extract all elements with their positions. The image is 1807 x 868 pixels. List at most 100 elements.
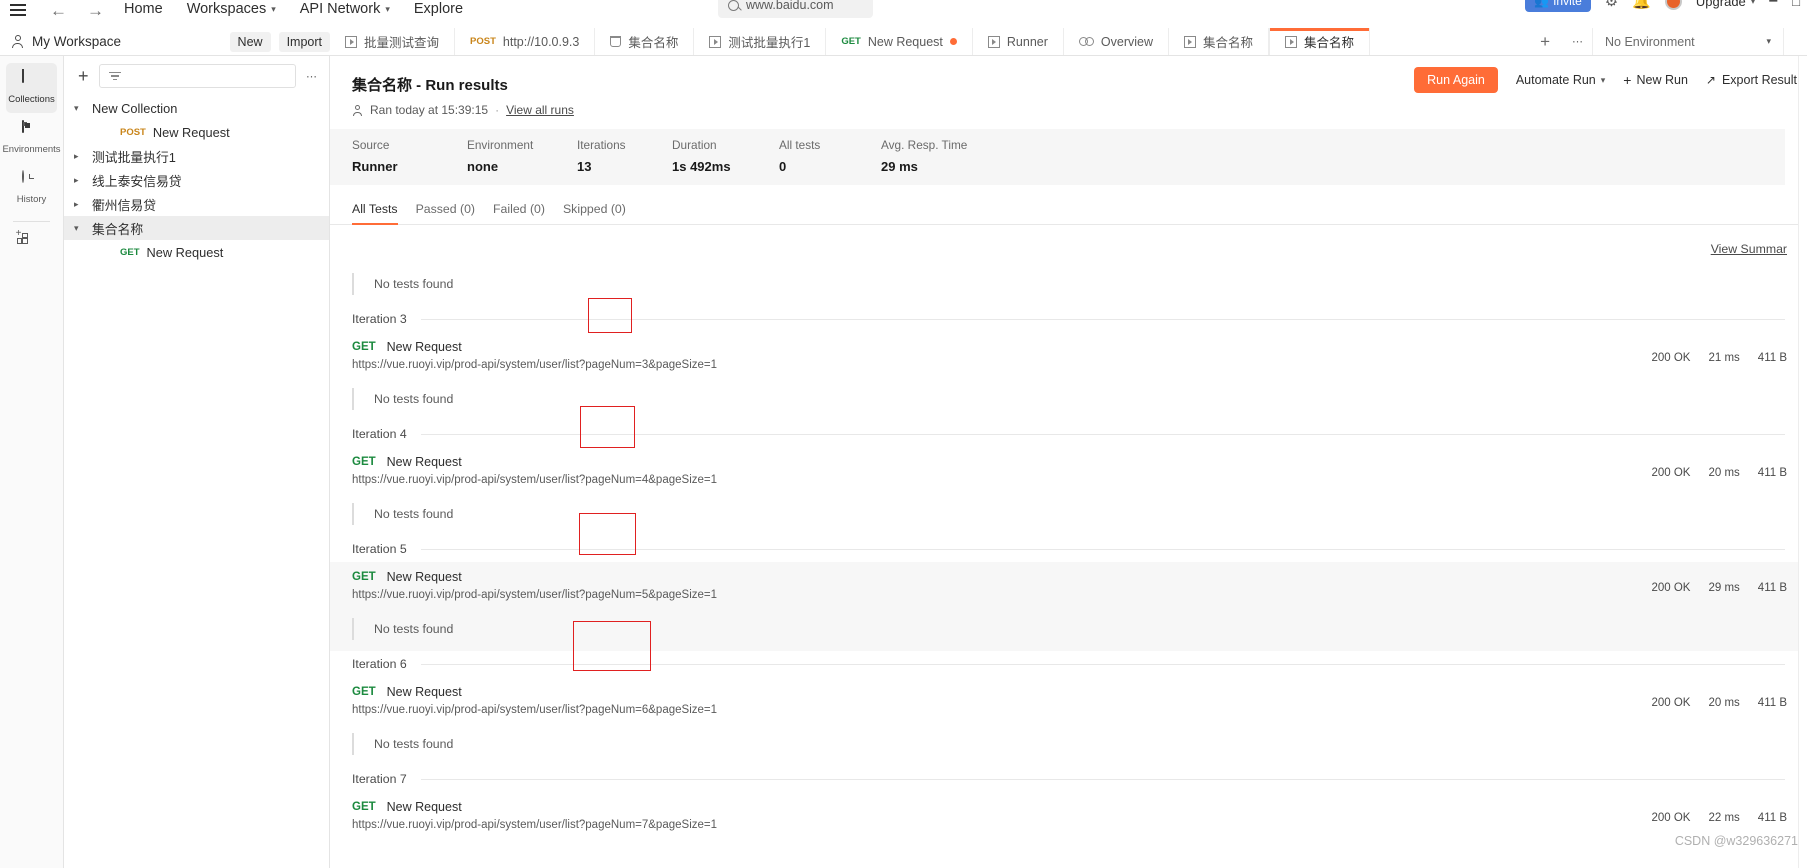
export-results-button[interactable]: ↗ Export Result [1706,73,1797,87]
search-icon [728,0,739,11]
plus-icon: + [1623,72,1632,88]
stat-value: 1s 492ms [672,159,731,174]
import-button[interactable]: Import [278,31,330,52]
request-result-block[interactable]: GET New Request https://vue.ruoyi.vip/prod… [330,562,1807,607]
request-result-block[interactable]: GET New Request https://vue.ruoyi.vip/prod… [330,447,1807,492]
rail-item-environments[interactable]: Environments [0,113,63,163]
maximize-button[interactable]: □ [1792,0,1801,9]
response-status: 200 OK [1651,812,1691,824]
tab-item[interactable]: 集合名称 [1269,28,1371,55]
filter-input[interactable] [98,64,296,88]
chevron-right-icon[interactable]: ▸ [74,199,84,210]
sidebar-collection-item[interactable]: ▸ 测试批量执行1 [64,144,329,168]
rail-item-environments-label: Environments [2,144,61,155]
tab-item[interactable]: Overview [1064,28,1169,55]
annotation-highlight-box [579,513,636,555]
stat-duration: Duration 1s 492ms [672,138,779,174]
add-collection-button[interactable]: + [78,67,89,85]
request-result-block[interactable]: GET New Request https://vue.ruoyi.vip/prod… [330,792,1807,837]
sidebar-request-item[interactable]: GET New Request [64,240,329,264]
request-name: New Request [386,800,462,814]
test-tab[interactable]: Skipped (0) [563,202,626,224]
history-icon [22,170,41,190]
sidebar-request-label: New Request [152,124,230,140]
overview-icon [1078,36,1094,47]
chevron-down-icon[interactable]: ▾ [74,223,84,234]
nav-workspaces[interactable]: Workspaces ▾ [187,1,276,17]
view-summary-link[interactable]: View Summar [1711,242,1787,256]
minimize-button[interactable]: ━ [1769,0,1778,9]
request-result-block[interactable]: GET New Request https://vue.ruoyi.vip/prod… [330,332,1807,377]
nav-api-network[interactable]: API Network ▾ [300,1,390,17]
annotation-highlight-box [580,406,635,448]
environment-quick-look-button[interactable] [1783,28,1807,55]
tab-item[interactable]: 集合名称 [595,28,695,55]
global-search-input[interactable]: www.baidu.com [718,0,873,18]
sidebar-options-button[interactable]: ⋯ [306,70,318,83]
stat-label: Source [352,138,390,152]
tab-method: GET [841,36,861,47]
rail-item-history-label: History [16,194,47,205]
iteration-header: Iteration 7 [330,766,1807,792]
request-url: https://vue.ruoyi.vip/prod-api/system/us… [352,359,718,371]
new-run-button[interactable]: + New Run [1623,72,1688,88]
unsaved-dot-icon [949,38,957,45]
invite-button[interactable]: 👥 Invite [1525,0,1591,12]
tab-method: POST [470,36,496,47]
sidebar-tree: ▾ New Collection POST New Request ▸ 测试批量执行1 ▸ 线… [64,96,329,264]
tab-item[interactable]: 测试批量执行1 [694,28,827,55]
tab-item[interactable]: 批量测试查询 [330,28,456,55]
run-again-button[interactable]: Run Again [1414,67,1498,93]
chevron-down-icon[interactable]: ▾ [74,103,84,114]
test-tab[interactable]: Failed (0) [493,202,545,224]
tab-item[interactable]: Runner [973,28,1064,55]
runner-icon [1285,35,1297,48]
forward-arrow-icon[interactable]: → [87,2,104,19]
workspace-name[interactable]: My Workspace [32,34,222,49]
sidebar-collection-item[interactable]: ▸ 衢州信易贷 [64,192,329,216]
view-all-runs-link[interactable]: View all runs [506,103,574,117]
request-method: GET [352,341,376,353]
tab-item[interactable]: GET New Request [826,28,973,55]
new-tab-button[interactable]: + [1526,28,1564,55]
indent-bar [352,618,354,640]
tab-item[interactable]: POST http://10.0.9.3 [455,28,596,55]
nav-explore[interactable]: Explore [414,1,463,17]
stat-all-tests: All tests 0 [779,138,881,174]
sidebar-collection-item[interactable]: ▾ New Collection [64,96,329,120]
rail-item-collections[interactable]: Collections [6,63,57,113]
collection-icon [610,36,622,47]
chevron-right-icon[interactable]: ▸ [74,151,84,162]
request-name: New Request [386,570,462,584]
test-tab[interactable]: All Tests [352,202,398,225]
tab-item[interactable]: 集合名称 [1169,28,1269,55]
sidebar-collection-item[interactable]: ▾ 集合名称 [64,216,329,240]
stat-label: All tests [779,138,821,152]
gear-icon[interactable]: ⚙ [1605,0,1618,10]
upgrade-button[interactable]: Upgrade ▾ [1696,0,1755,9]
automate-run-button[interactable]: Automate Run ▾ [1516,73,1605,87]
request-method: GET [352,801,376,813]
avatar[interactable] [1664,0,1682,10]
rail-item-apps[interactable] [0,228,63,265]
chevron-right-icon[interactable]: ▸ [74,175,84,186]
back-arrow-icon[interactable]: ← [50,2,67,19]
request-url: https://vue.ruoyi.vip/prod-api/system/us… [352,474,718,486]
right-edge-strip [1798,56,1807,868]
iteration-label: Iteration 7 [352,772,407,786]
sidebar-request-item[interactable]: POST New Request [64,120,329,144]
runner-icon [987,35,1000,48]
new-button[interactable]: New [229,31,271,52]
bell-icon[interactable]: 🔔 [1632,0,1651,10]
rail-item-history[interactable]: History [0,163,63,213]
tab-label: Overview [1100,34,1153,49]
test-tab[interactable]: Passed (0) [416,202,475,224]
tab-options-button[interactable]: ⋯ [1564,28,1593,55]
environment-selector[interactable]: No Environment ▾ [1593,28,1783,55]
watermark: CSDN @w329636271 [1674,834,1798,848]
sidebar-collection-item[interactable]: ▸ 线上泰安信易贷 [64,168,329,192]
request-result-block[interactable]: GET New Request https://vue.ruoyi.vip/prod… [330,677,1807,722]
hamburger-menu-icon[interactable] [10,3,28,17]
workspace-icon [11,35,24,48]
nav-home[interactable]: Home [124,1,163,17]
